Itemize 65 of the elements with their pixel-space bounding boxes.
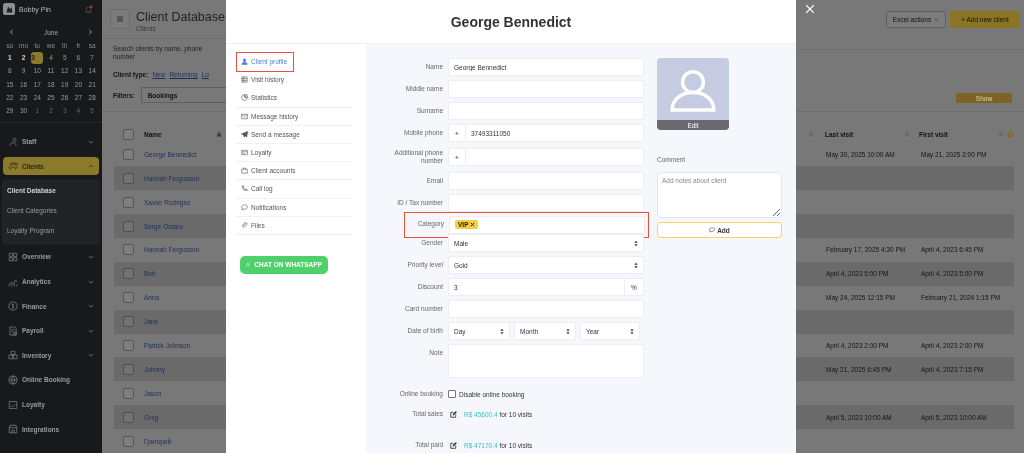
menu-item-icon [8, 350, 18, 361]
menu-item-icon [8, 161, 18, 172]
lock-icon[interactable] [216, 131, 222, 138]
text-field[interactable] [448, 194, 644, 212]
checkbox[interactable] [448, 390, 456, 398]
row-checkbox[interactable] [123, 411, 134, 423]
tab-icon [241, 112, 248, 120]
row-checkbox[interactable] [123, 340, 134, 351]
tab-icon [241, 203, 248, 211]
select-all-checkbox[interactable] [123, 128, 134, 140]
row-checkbox[interactable] [123, 316, 134, 328]
tab-icon [241, 149, 248, 157]
caret-icon [934, 17, 940, 22]
menu-icon [115, 14, 125, 25]
up-down-caret-icon [634, 261, 638, 269]
chevron-icon [88, 138, 94, 145]
dialog-title: George Bennedict [450, 13, 572, 30]
settings-icon[interactable] [1007, 130, 1014, 138]
remove-icon[interactable] [470, 222, 476, 227]
row-checkbox[interactable] [123, 435, 134, 447]
chevron-icon [88, 303, 94, 310]
row-checkbox[interactable] [123, 363, 134, 375]
edit-icon[interactable] [448, 408, 459, 420]
tab-icon [241, 94, 248, 102]
tab-icon [241, 130, 248, 138]
up-down-caret-icon [634, 239, 638, 247]
menu-item-icon [8, 424, 18, 435]
chevron-icon [88, 278, 94, 285]
row-checkbox[interactable] [123, 220, 134, 232]
page-title: Client Database [136, 10, 225, 25]
edit-icon[interactable] [448, 439, 459, 451]
bell-icon[interactable] [84, 4, 93, 14]
menu-item-icon [8, 251, 18, 262]
tab-icon [241, 76, 248, 84]
row-checkbox[interactable] [123, 244, 134, 256]
row-checkbox[interactable] [123, 387, 134, 399]
menu-item-icon [8, 301, 18, 312]
menu-item-icon [8, 374, 18, 385]
chevron-icon [88, 327, 94, 334]
row-checkbox[interactable] [123, 172, 134, 184]
tab-icon [241, 221, 248, 229]
previous-month-icon[interactable] [9, 29, 15, 35]
menu-item-icon [8, 399, 18, 410]
row-checkbox[interactable] [123, 292, 134, 304]
tab-icon [241, 185, 248, 193]
menu-item-icon [8, 325, 18, 336]
next-month-icon[interactable] [87, 29, 93, 35]
up-down-caret-icon [566, 327, 570, 335]
close-icon[interactable] [805, 4, 815, 14]
tab-icon [241, 58, 248, 66]
menu-item-icon [8, 136, 18, 147]
up-down-caret-icon [630, 327, 634, 335]
up-down-caret-icon [500, 327, 504, 335]
row-checkbox[interactable] [123, 268, 134, 280]
row-checkbox[interactable] [123, 148, 134, 160]
chevron-icon [88, 163, 94, 170]
tab-icon [241, 167, 248, 175]
chat-bubble-icon [246, 260, 251, 270]
person-silhouette-icon [667, 68, 719, 112]
row-checkbox[interactable] [123, 196, 134, 208]
logo-icon [3, 3, 15, 15]
menu-button[interactable] [110, 9, 130, 30]
chevron-icon [88, 253, 94, 260]
chevron-icon [88, 352, 94, 359]
speech-bubble-icon [709, 227, 716, 233]
